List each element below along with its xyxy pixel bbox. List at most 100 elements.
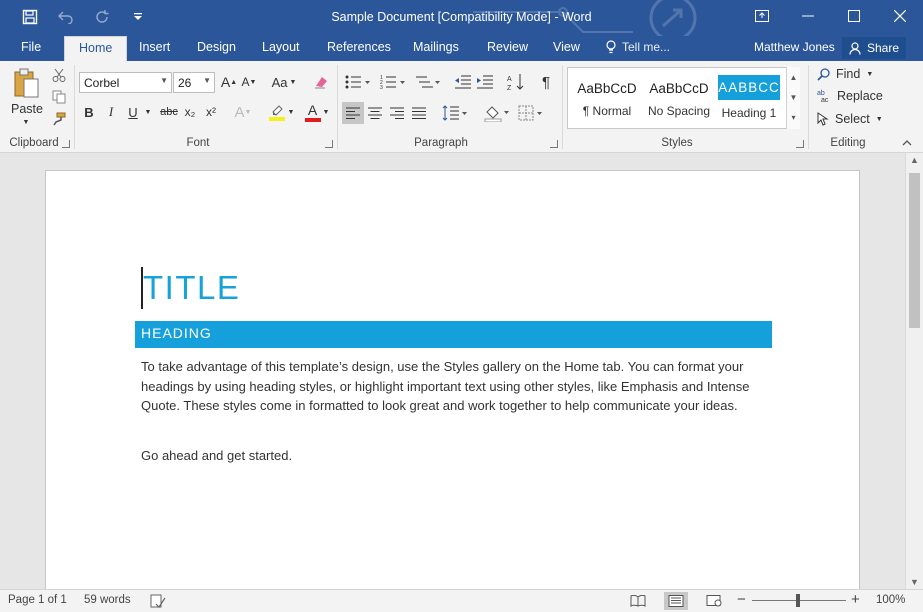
- style-normal[interactable]: AaBbCcD ¶ Normal: [572, 72, 642, 124]
- italic-button[interactable]: I: [102, 102, 120, 122]
- numbering-button[interactable]: 123: [378, 72, 408, 92]
- format-painter-icon[interactable]: [49, 110, 69, 128]
- document-area: TITLE HEADING To take advantage of this …: [0, 153, 905, 590]
- align-center-icon[interactable]: [364, 102, 386, 124]
- share-button[interactable]: Share: [842, 37, 906, 59]
- font-size-combo[interactable]: 26 ▼: [173, 72, 215, 93]
- font-launcher-icon[interactable]: [325, 140, 333, 148]
- vertical-scrollbar[interactable]: ▲ ▼: [905, 153, 923, 589]
- styles-scroll-up-icon[interactable]: ▲: [787, 67, 800, 87]
- font-name-value: Corbel: [84, 76, 120, 90]
- replace-icon: abac: [817, 90, 829, 103]
- svg-text:Z: Z: [507, 85, 512, 91]
- increase-indent-icon[interactable]: [474, 72, 496, 92]
- align-right-icon[interactable]: [386, 102, 408, 124]
- tab-review[interactable]: Review: [487, 40, 528, 54]
- copy-icon[interactable]: [49, 88, 69, 106]
- align-left-icon[interactable]: [342, 102, 364, 124]
- multilevel-list-icon: [416, 76, 440, 88]
- styles-more-icon[interactable]: ▾: [787, 107, 800, 127]
- borders-button[interactable]: [516, 102, 546, 124]
- styles-scroll-down-icon[interactable]: ▼: [787, 87, 800, 107]
- scroll-down-icon[interactable]: ▼: [910, 577, 919, 587]
- minimize-icon[interactable]: [785, 0, 831, 32]
- tell-me-box[interactable]: Tell me...: [606, 40, 670, 54]
- font-color-swatch: [304, 117, 321, 122]
- cut-icon[interactable]: [49, 66, 69, 84]
- user-name[interactable]: Matthew Jones: [754, 40, 835, 54]
- scroll-up-icon[interactable]: ▲: [910, 155, 919, 165]
- line-spacing-icon: [442, 105, 467, 121]
- document-title[interactable]: TITLE: [143, 269, 240, 307]
- clear-formatting-icon[interactable]: [310, 72, 332, 92]
- tab-view[interactable]: View: [553, 40, 580, 54]
- document-paragraph-1[interactable]: To take advantage of this template’s des…: [141, 357, 771, 416]
- font-color-button[interactable]: A ▼: [302, 102, 332, 122]
- web-layout-icon[interactable]: [702, 592, 726, 610]
- paste-button[interactable]: Paste: [8, 101, 46, 117]
- show-formatting-marks-icon[interactable]: ¶: [536, 72, 556, 92]
- collapse-ribbon-icon[interactable]: [900, 137, 914, 149]
- tab-file[interactable]: File: [21, 40, 41, 54]
- svg-text:ac: ac: [821, 97, 829, 103]
- paragraph-launcher-icon[interactable]: [550, 140, 558, 148]
- paste-icon[interactable]: [10, 65, 42, 103]
- highlighter-icon: [268, 105, 285, 121]
- strikethrough-button[interactable]: abc: [158, 102, 180, 122]
- document-heading[interactable]: HEADING: [135, 321, 772, 348]
- text-effects-button[interactable]: A ▼: [233, 102, 253, 122]
- decrease-indent-icon[interactable]: [452, 72, 474, 92]
- tab-mailings[interactable]: Mailings: [413, 40, 459, 54]
- read-mode-icon[interactable]: [626, 592, 650, 610]
- line-spacing-button[interactable]: [440, 102, 470, 124]
- highlight-color-button[interactable]: ▼: [266, 102, 296, 122]
- shrink-font-button[interactable]: A ▼: [240, 72, 258, 92]
- superscript-button[interactable]: x²: [202, 102, 220, 122]
- tab-home[interactable]: Home: [64, 36, 128, 61]
- page-count[interactable]: Page 1 of 1: [8, 594, 67, 606]
- print-layout-icon[interactable]: [664, 592, 688, 610]
- find-button[interactable]: Find ▼: [817, 67, 873, 81]
- document-paragraph-2[interactable]: Go ahead and get started.: [141, 448, 292, 463]
- style-no-spacing-label: No Spacing: [647, 104, 711, 118]
- title-bar: Sample Document [Compatibility Mode] - W…: [0, 0, 923, 36]
- select-button[interactable]: Select ▼: [817, 112, 883, 126]
- tab-insert[interactable]: Insert: [139, 40, 170, 54]
- ribbon-display-options-icon[interactable]: [739, 0, 785, 32]
- styles-launcher-icon[interactable]: [796, 140, 804, 148]
- change-case-button[interactable]: Aa ▼: [268, 72, 300, 92]
- zoom-out-button[interactable]: −: [737, 591, 746, 608]
- word-count[interactable]: 59 words: [84, 594, 131, 606]
- underline-button[interactable]: U: [124, 102, 142, 122]
- multilevel-list-button[interactable]: [413, 72, 443, 92]
- sort-icon[interactable]: AZ: [505, 72, 527, 92]
- borders-icon: [518, 105, 542, 121]
- tab-layout[interactable]: Layout: [262, 40, 300, 54]
- replace-button[interactable]: ab ac Replace: [817, 89, 883, 103]
- font-name-combo[interactable]: Corbel ▼: [79, 72, 172, 93]
- style-normal-preview: AaBbCcD: [577, 81, 637, 96]
- tab-references[interactable]: References: [327, 40, 391, 54]
- underline-dropdown-icon[interactable]: ▼: [143, 104, 153, 120]
- subscript-button[interactable]: x₂: [181, 102, 199, 122]
- bullets-button[interactable]: [343, 72, 373, 92]
- tab-design[interactable]: Design: [197, 40, 236, 54]
- proofing-icon[interactable]: [146, 592, 170, 610]
- style-heading-1[interactable]: AABBCC Heading 1: [716, 72, 782, 124]
- justify-icon[interactable]: [408, 102, 430, 124]
- paste-dropdown-icon[interactable]: ▼: [20, 117, 32, 127]
- zoom-level[interactable]: 100%: [876, 594, 905, 606]
- grow-font-button[interactable]: A ▲: [220, 72, 238, 92]
- numbering-icon: 123: [380, 75, 405, 90]
- zoom-in-button[interactable]: +: [851, 591, 860, 608]
- shading-button[interactable]: [482, 102, 512, 124]
- maximize-icon[interactable]: [831, 0, 877, 32]
- clipboard-launcher-icon[interactable]: [62, 140, 70, 148]
- close-icon[interactable]: [877, 0, 923, 32]
- zoom-slider-thumb[interactable]: [796, 594, 800, 607]
- document-page[interactable]: TITLE HEADING To take advantage of this …: [45, 170, 860, 590]
- scroll-thumb[interactable]: [909, 173, 920, 328]
- change-case-icon: Aa: [271, 74, 288, 90]
- bold-button[interactable]: B: [80, 102, 98, 122]
- style-no-spacing[interactable]: AaBbCcD No Spacing: [644, 72, 714, 124]
